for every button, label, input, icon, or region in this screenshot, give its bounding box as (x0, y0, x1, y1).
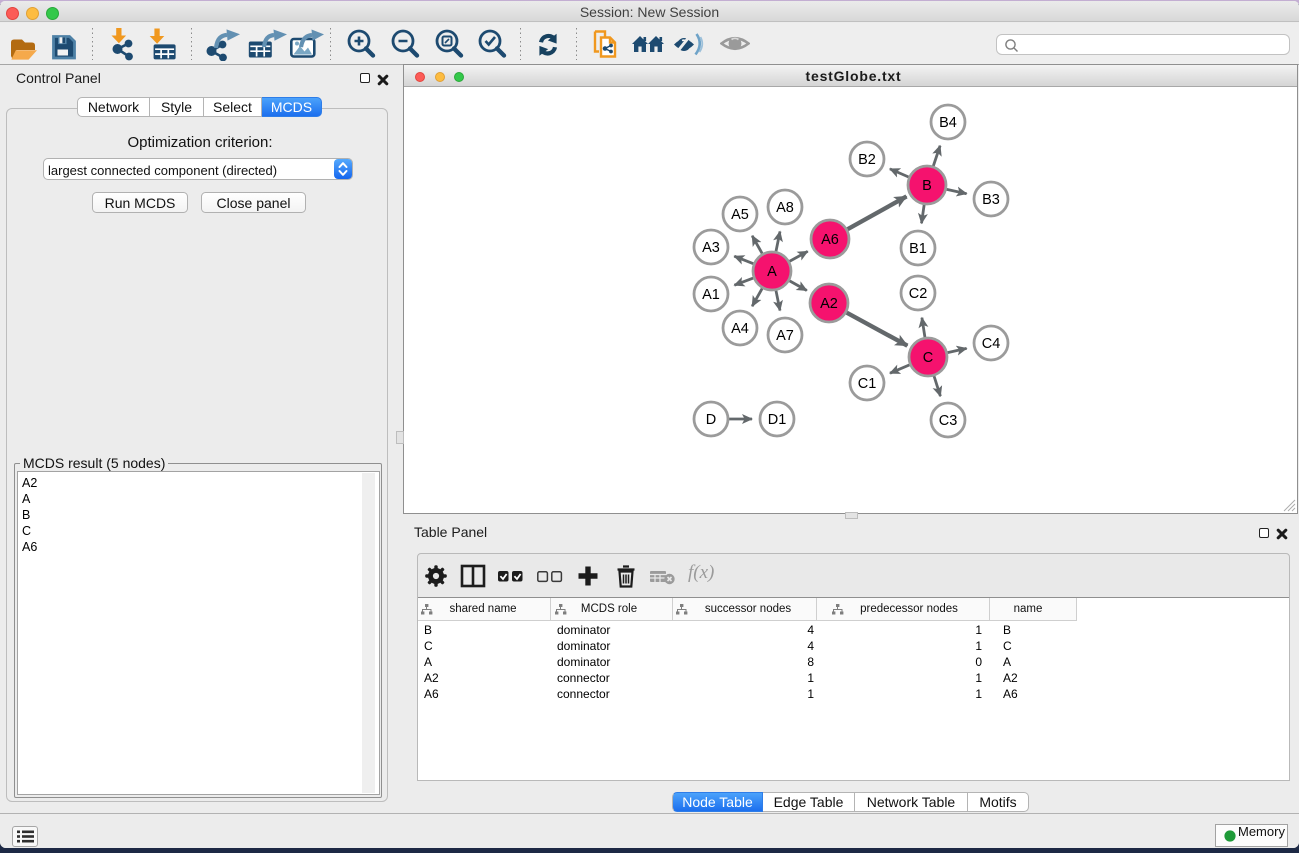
svg-text:A2: A2 (820, 296, 838, 312)
svg-text:B: B (922, 178, 932, 194)
svg-text:A5: A5 (731, 207, 749, 223)
svg-text:C3: C3 (939, 413, 958, 429)
svg-text:C4: C4 (982, 336, 1001, 352)
svg-text:C2: C2 (909, 286, 928, 302)
svg-text:A3: A3 (702, 240, 720, 256)
svg-text:B3: B3 (982, 192, 1000, 208)
svg-text:A8: A8 (776, 200, 794, 216)
svg-text:C1: C1 (858, 376, 877, 392)
svg-text:A: A (767, 264, 777, 280)
svg-text:D1: D1 (768, 412, 787, 428)
svg-text:A7: A7 (776, 328, 794, 344)
svg-text:A6: A6 (821, 232, 839, 248)
svg-text:A1: A1 (702, 287, 720, 303)
svg-text:B4: B4 (939, 115, 957, 131)
svg-text:C: C (923, 350, 933, 366)
svg-text:A4: A4 (731, 321, 749, 337)
svg-text:B1: B1 (909, 241, 927, 257)
svg-text:B2: B2 (858, 152, 876, 168)
svg-text:D: D (706, 412, 716, 428)
